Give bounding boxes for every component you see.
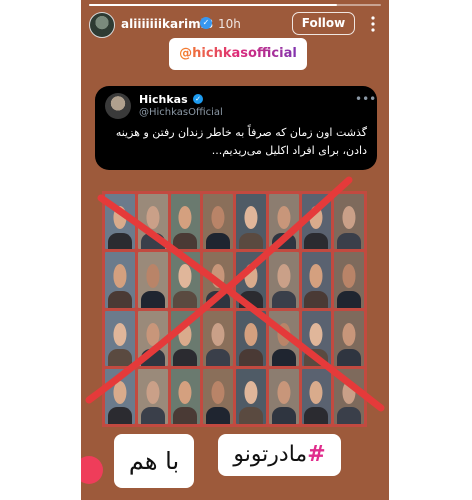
portrait-photo [236,368,266,424]
portrait-photo [170,310,201,366]
story-progress-fill [89,4,338,6]
left-background-band [0,0,81,500]
portrait-photo [268,194,299,250]
avatar[interactable] [89,12,115,38]
portrait-photo [268,368,299,424]
hashtag-symbol: # [307,442,326,467]
story-frame: aliiiiiiikarimi8 ✓ 10h Follow @hichkasof… [81,0,389,500]
hashtag-text: مادرتونو [233,442,308,467]
portrait-photo [203,194,233,250]
story-progress-bar [89,4,381,6]
portrait-photo [268,310,299,366]
mention-text: @hichkasofficial [179,46,297,61]
together-sticker[interactable]: با هم [114,434,194,488]
portrait-photo [301,368,332,424]
portrait-photo [236,194,266,250]
portrait-photo [334,310,364,366]
tweet-author-name: Hichkas [139,93,188,106]
portrait-photo [170,252,201,308]
portrait-photo [236,252,266,308]
portrait-photo [203,310,233,366]
tweet-verified-icon: ✓ [193,94,203,104]
portrait-photo [334,194,364,250]
portrait-photo [105,194,135,250]
portrait-photo [301,252,332,308]
story-header: aliiiiiiikarimi8 ✓ 10h Follow [81,10,389,40]
follow-button[interactable]: Follow [292,12,355,35]
tweet-text: گذشت اون زمان که صرفاً به خاطر زندان رفت… [115,126,367,157]
tweet-author-handle: @HichkasOfficial [139,107,223,118]
portrait-photo [203,252,233,308]
tweet-card: Hichkas ✓ @HichkasOfficial ••• گذشت اون … [95,86,377,170]
portrait-photo [105,310,135,366]
more-options-icon[interactable] [366,14,380,34]
right-background-band [389,0,472,500]
portrait-photo [236,310,266,366]
portrait-photo [301,194,332,250]
portrait-photo [137,194,168,250]
reaction-emoji[interactable] [81,456,103,484]
timestamp: 10h [218,17,241,31]
portrait-grid [102,191,367,427]
portrait-photo [137,310,168,366]
portrait-photo [334,252,364,308]
portrait-photo [268,252,299,308]
tweet-avatar [105,93,131,119]
portrait-photo [334,368,364,424]
portrait-photo [137,252,168,308]
portrait-photo [301,310,332,366]
portrait-photo [105,252,135,308]
mention-sticker[interactable]: @hichkasofficial [169,38,307,70]
portrait-photo [203,368,233,424]
tweet-more-icon: ••• [355,92,377,106]
hashtag-sticker[interactable]: #مادرتونو [218,434,341,476]
portrait-photo [170,368,201,424]
portrait-photo [137,368,168,424]
portrait-photo [105,368,135,424]
verified-badge-icon: ✓ [200,17,212,29]
portrait-photo [170,194,201,250]
